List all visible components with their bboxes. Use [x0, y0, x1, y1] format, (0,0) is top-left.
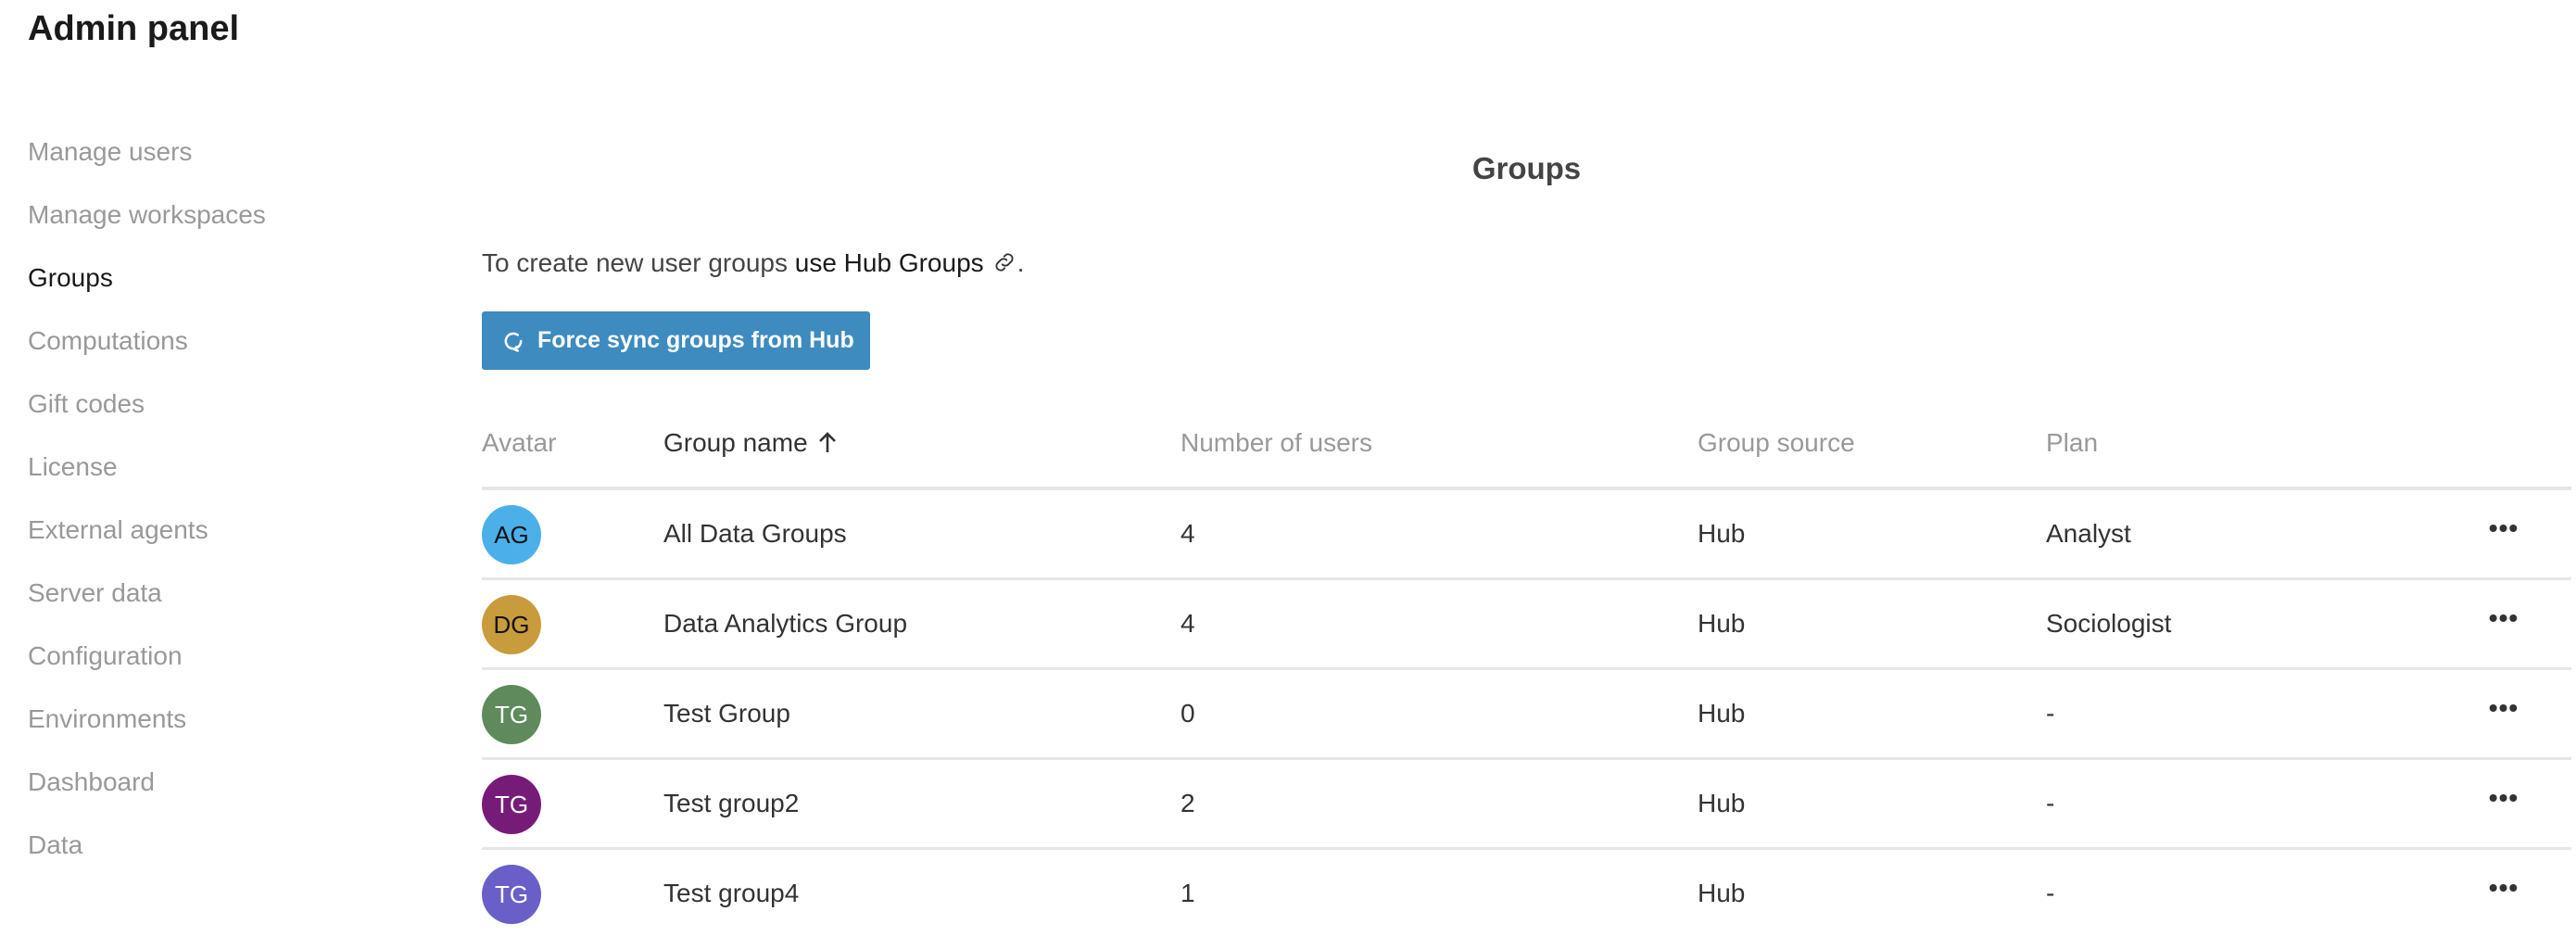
column-header-group-name-label: Group name	[663, 428, 808, 457]
info-text-suffix: .	[1017, 248, 1025, 277]
more-icon[interactable]: •••	[2485, 785, 2522, 816]
info-text: To create new user groups use Hub Groups…	[482, 245, 1024, 282]
group-name[interactable]: All Data Groups	[663, 490, 847, 577]
table-header: Avatar Group name Number of users Group …	[482, 413, 2571, 490]
group-source: Hub	[1698, 879, 1746, 907]
avatar: DG	[482, 595, 541, 654]
column-header-group-source[interactable]: Group source	[1698, 413, 1855, 473]
number-of-users: 4	[1181, 519, 1195, 548]
sidebar-item-external-agents[interactable]: External agents	[28, 509, 417, 572]
group-name[interactable]: Test group2	[663, 760, 799, 847]
group-source: Hub	[1698, 789, 1746, 817]
sidebar-item-environments[interactable]: Environments	[28, 698, 417, 761]
avatar: AG	[482, 505, 541, 564]
number-of-users: 4	[1181, 609, 1195, 638]
avatar: TG	[482, 865, 541, 924]
plan: -	[2046, 789, 2055, 817]
group-name[interactable]: Test Group	[663, 670, 790, 757]
info-text-prefix: To create new user groups	[482, 248, 795, 277]
sidebar-item-license[interactable]: License	[28, 446, 417, 509]
more-icon[interactable]: •••	[2485, 605, 2522, 636]
sidebar-item-data[interactable]: Data	[28, 824, 417, 887]
plan: -	[2046, 879, 2055, 907]
sidebar-item-gift-codes[interactable]: Gift codes	[28, 383, 417, 446]
table-row[interactable]: AG All Data Groups 4 Hub Analyst •••	[482, 490, 2571, 580]
column-header-avatar: Avatar	[482, 428, 557, 457]
avatar: TG	[482, 775, 541, 834]
table-row[interactable]: TG Test group2 2 Hub - •••	[482, 760, 2571, 850]
plan: Sociologist	[2046, 609, 2172, 638]
more-icon[interactable]: •••	[2485, 515, 2522, 546]
hub-groups-link[interactable]: use Hub Groups	[795, 248, 1017, 277]
sidebar-item-manage-workspaces[interactable]: Manage workspaces	[28, 194, 417, 257]
sort-ascending-icon	[818, 432, 836, 452]
app-title: Admin panel	[28, 9, 240, 48]
more-icon[interactable]: •••	[2485, 695, 2522, 726]
sidebar-item-configuration[interactable]: Configuration	[28, 635, 417, 698]
group-source: Hub	[1698, 609, 1746, 638]
refresh-icon	[504, 332, 523, 352]
number-of-users: 1	[1181, 879, 1195, 907]
number-of-users: 0	[1181, 699, 1195, 728]
sidebar-nav: Manage users Manage workspaces Groups Co…	[28, 131, 417, 887]
group-source: Hub	[1698, 699, 1746, 728]
hub-groups-link-label: use Hub Groups	[794, 248, 984, 277]
table-row[interactable]: DG Data Analytics Group 4 Hub Sociologis…	[482, 580, 2571, 670]
column-header-group-name[interactable]: Group name	[663, 413, 838, 473]
main-content: Groups To create new user groups use Hub…	[482, 0, 2571, 927]
table-row[interactable]: TG Test group4 1 Hub - •••	[482, 850, 2571, 937]
table-row[interactable]: TG Test Group 0 Hub - •••	[482, 670, 2571, 760]
force-sync-button[interactable]: Force sync groups from Hub	[482, 311, 870, 370]
group-name[interactable]: Test group4	[663, 850, 799, 937]
avatar: TG	[482, 685, 541, 744]
sidebar-item-server-data[interactable]: Server data	[28, 572, 417, 635]
page-heading: Groups	[1471, 151, 1582, 185]
column-header-plan[interactable]: Plan	[2046, 413, 2098, 473]
plan: Analyst	[2046, 519, 2131, 548]
group-name[interactable]: Data Analytics Group	[663, 580, 907, 667]
sidebar-item-computations[interactable]: Computations	[28, 320, 417, 383]
number-of-users: 2	[1181, 789, 1195, 817]
more-icon[interactable]: •••	[2485, 875, 2522, 905]
column-header-number-of-users[interactable]: Number of users	[1181, 413, 1372, 473]
sidebar-item-manage-users[interactable]: Manage users	[28, 131, 417, 194]
sidebar-item-dashboard[interactable]: Dashboard	[28, 761, 417, 824]
group-source: Hub	[1698, 519, 1746, 548]
groups-table: Avatar Group name Number of users Group …	[482, 413, 2571, 937]
force-sync-label: Force sync groups from Hub	[537, 327, 854, 353]
link-icon	[995, 253, 1014, 272]
sidebar-item-groups[interactable]: Groups	[28, 257, 417, 320]
plan: -	[2046, 699, 2055, 728]
